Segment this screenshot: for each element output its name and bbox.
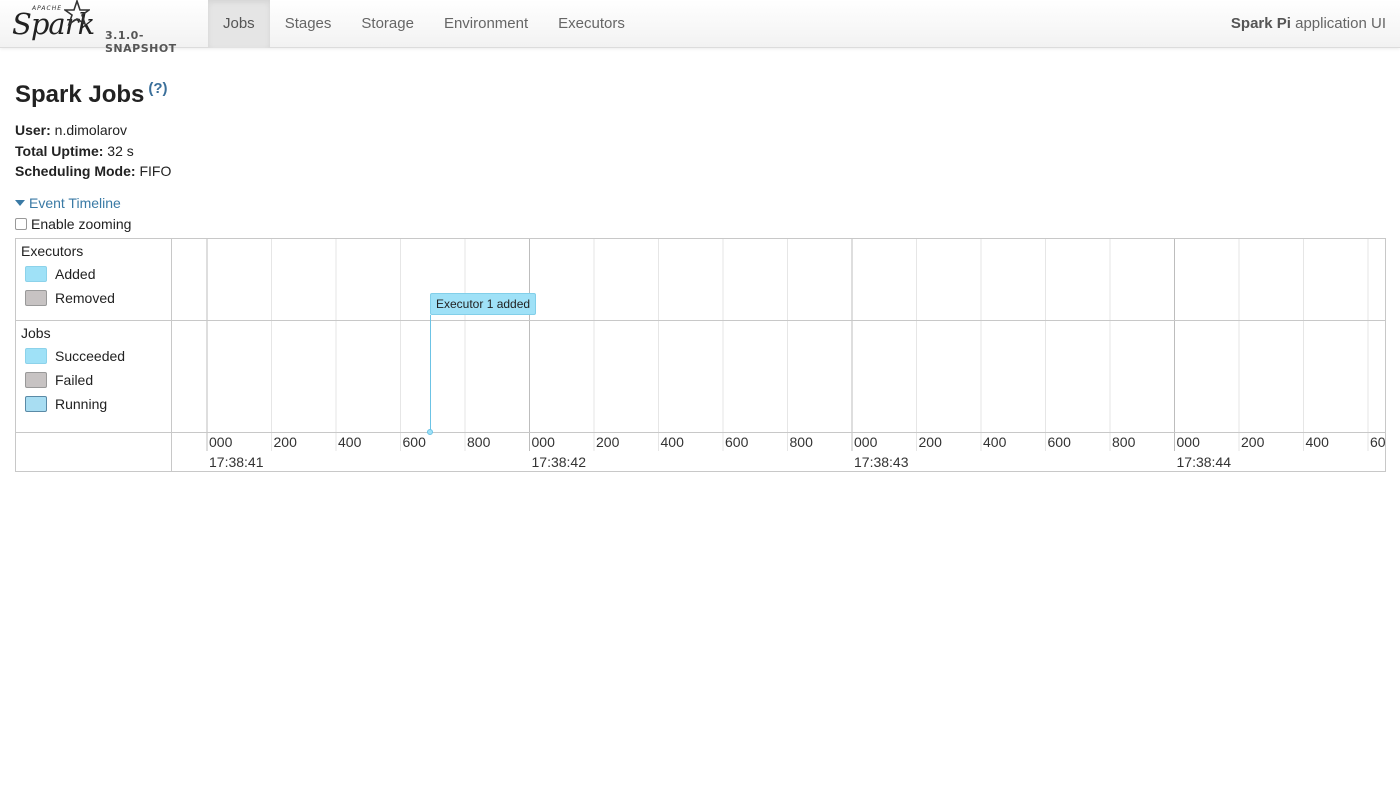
legend-succeeded-label: Succeeded [55, 348, 126, 364]
legend-succeeded: Succeeded [25, 348, 125, 364]
enable-zooming-label: Enable zooming [31, 216, 132, 232]
executor-added-marker-dot [427, 429, 433, 435]
caret-down-icon [15, 200, 25, 206]
executors-group-title: Executors [21, 243, 84, 259]
added-swatch [25, 266, 47, 282]
jobs-group-title: Jobs [21, 325, 51, 341]
job-summary: User: n.dimolarov Total Uptime: 32 s Sch… [15, 120, 171, 182]
scheduling-mode-value: FIFO [135, 163, 172, 179]
user-value: n.dimolarov [50, 122, 128, 138]
scheduling-mode-row: Scheduling Mode: FIFO [15, 161, 171, 182]
axis-minor-tick-label: 600 [1370, 434, 1385, 450]
help-link[interactable]: (?) [148, 80, 167, 97]
removed-swatch [25, 290, 47, 306]
timeline-group-labels: Executors Added Removed Jobs Succeeded F… [16, 239, 172, 471]
succeeded-swatch [25, 348, 47, 364]
plot-group-divider [172, 320, 1385, 321]
axis-major-tick-label: 17:38:44 [1176, 454, 1232, 470]
navbar: APACHE Spark 3.1.0-SNAPSHOT Jobs Stages … [0, 0, 1400, 55]
legend-running: Running [25, 396, 107, 412]
running-swatch [25, 396, 47, 412]
axis-minor-tick-label: 000 [531, 434, 555, 450]
tab-storage[interactable]: Storage [346, 0, 429, 48]
enable-zooming-checkbox[interactable] [15, 218, 27, 230]
axis-minor-tick-label: 400 [1305, 434, 1329, 450]
user-row: User: n.dimolarov [15, 120, 171, 141]
legend-added: Added [25, 266, 95, 282]
enable-zooming-row: Enable zooming [15, 216, 131, 232]
axis-minor-tick-label: 400 [660, 434, 684, 450]
legend-failed: Failed [25, 372, 93, 388]
spark-star-icon [64, 0, 90, 26]
app-title: Spark Pi application UI [1231, 0, 1386, 48]
axis-minor-tick-label: 000 [209, 434, 233, 450]
tab-environment[interactable]: Environment [429, 0, 543, 48]
axis-minor-tick-label: 400 [983, 434, 1007, 450]
app-name: Spark Pi [1230, 15, 1291, 32]
axis-minor-tick-label: 600 [1047, 434, 1071, 450]
legend-added-label: Added [55, 266, 96, 282]
executor-added-marker-line [430, 315, 431, 432]
axis-minor-tick-label: 200 [1241, 434, 1265, 450]
axis-minor-tick-label: 000 [1176, 434, 1200, 450]
axis-minor-tick-label: 400 [338, 434, 362, 450]
user-label: User: [15, 122, 51, 138]
page-title-text: Spark Jobs [15, 81, 145, 108]
axis-minor-tick-label: 600 [725, 434, 749, 450]
axis-minor-tick-label: 200 [596, 434, 620, 450]
axis-divider [16, 432, 172, 433]
axis-minor-tick-label: 800 [789, 434, 813, 450]
group-divider [16, 320, 172, 321]
legend-running-label: Running [55, 396, 108, 412]
event-timeline: Executors Added Removed Jobs Succeeded F… [15, 238, 1386, 472]
axis-major-tick-label: 17:38:41 [209, 454, 264, 470]
axis-minor-tick-label: 600 [402, 434, 426, 450]
event-timeline-label: Event Timeline [29, 195, 121, 211]
help-icon[interactable]: (?) [148, 80, 167, 97]
spark-version: 3.1.0-SNAPSHOT [105, 29, 177, 55]
axis-minor-tick-label: 800 [1112, 434, 1136, 450]
tab-jobs[interactable]: Jobs [208, 0, 270, 48]
event-timeline-toggle[interactable]: Event Timeline [15, 195, 121, 211]
timeline-plot[interactable]: 000 200 400 600 800 17:38:41 000 200 400 600 800 17… [172, 239, 1385, 471]
axis-major-tick-label: 17:38:43 [854, 454, 909, 470]
tab-stages[interactable]: Stages [270, 0, 347, 48]
app-title-suffix: application UI [1290, 15, 1386, 32]
axis-minor-tick-label: 000 [854, 434, 878, 450]
uptime-value: 32 s [103, 142, 134, 159]
scheduling-mode-label: Scheduling Mode: [15, 163, 136, 179]
failed-swatch [25, 372, 47, 388]
page-title: Spark Jobs (?) [15, 80, 168, 109]
uptime-row: Total Uptime: 32 s [15, 141, 171, 162]
plot-axis-divider [172, 432, 1385, 433]
executor-added-event[interactable]: Executor 1 added [430, 293, 537, 315]
legend-removed: Removed [25, 290, 115, 306]
axis-major-tick-label: 17:38:42 [531, 454, 587, 470]
nav-tabs: Jobs Stages Storage Environment Executor… [208, 0, 640, 48]
legend-removed-label: Removed [55, 290, 115, 306]
axis-minor-tick-label: 200 [918, 434, 942, 450]
axis-minor-tick-label: 200 [273, 434, 297, 450]
uptime-label: Total Uptime: [15, 142, 104, 159]
axis-minor-tick-label: 800 [467, 434, 491, 450]
legend-failed-label: Failed [55, 372, 94, 388]
tab-executors[interactable]: Executors [543, 0, 640, 48]
